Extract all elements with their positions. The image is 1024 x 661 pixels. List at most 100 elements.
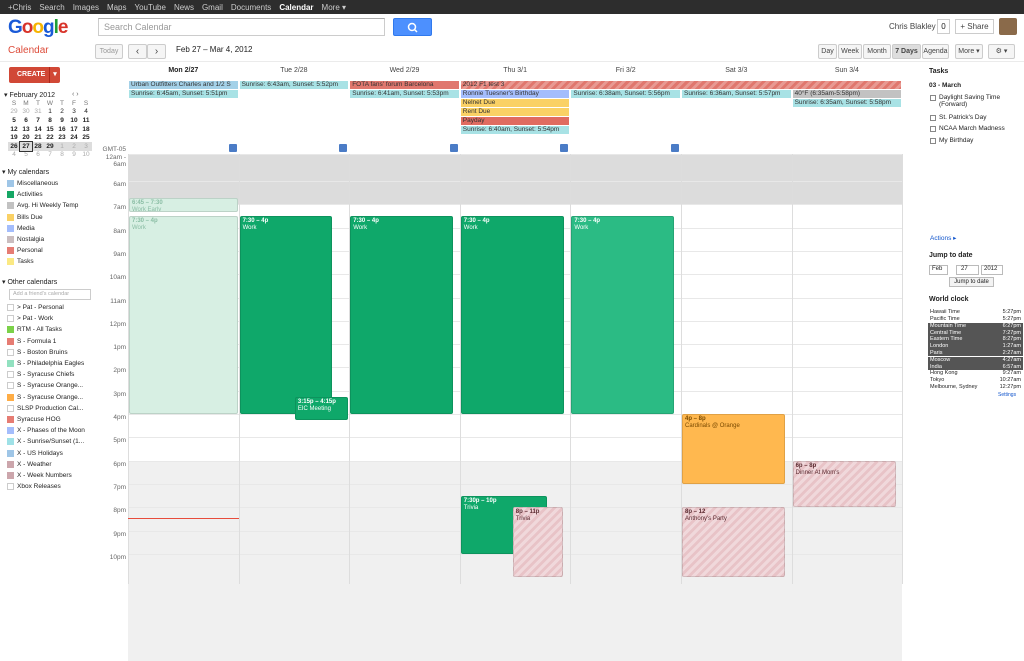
task-checkbox[interactable]	[930, 114, 936, 121]
calendar-event[interactable]: 8p – 11p Trivia	[512, 507, 563, 577]
avatar[interactable]	[999, 18, 1017, 35]
search-button[interactable]	[393, 18, 432, 36]
mini-day[interactable]: 23	[56, 133, 68, 142]
calendar-item[interactable]: S - Philadelphia Eagles	[7, 358, 95, 369]
day-header[interactable]: Sat 3/3	[681, 67, 792, 74]
calendar-item[interactable]: Nostalgia	[7, 234, 95, 245]
mini-day[interactable]: 22	[44, 133, 56, 142]
mini-day[interactable]: 17	[68, 125, 80, 134]
calendar-item[interactable]: Bills Due	[7, 212, 95, 223]
calendar-event[interactable]: 6p – 8p Dinner At Mom's	[792, 460, 896, 508]
view-agenda-button[interactable]: Agenda	[922, 44, 949, 59]
day-header[interactable]: Thu 3/1	[460, 67, 571, 74]
day-header[interactable]: Mon 2/27	[128, 67, 239, 74]
calendar-item[interactable]: Activities	[7, 189, 95, 200]
jump-month-select[interactable]: Feb	[929, 265, 948, 275]
task-item[interactable]: St. Patrick's Day	[930, 114, 1018, 121]
day-header[interactable]: Fri 3/2	[570, 67, 681, 74]
mini-day[interactable]: 4	[80, 108, 92, 117]
day-header[interactable]: Wed 2/29	[349, 67, 460, 74]
add-friend-input[interactable]: Add a friend's calendar	[9, 289, 91, 300]
calendar-item[interactable]: Personal	[7, 245, 95, 256]
task-checkbox[interactable]	[930, 126, 936, 132]
calendar-item[interactable]: SLSP Production Cal...	[7, 403, 95, 414]
mini-day[interactable]: 26	[8, 141, 20, 151]
mini-day[interactable]: 5	[20, 151, 32, 160]
calendar-item[interactable]: S - Syracuse Orange...	[7, 392, 95, 403]
search-input[interactable]: Search Calendar	[98, 18, 385, 36]
mini-day[interactable]: 30	[20, 108, 32, 117]
all-day-event[interactable]: Sunrise: 6:43am, Sunset: 5:52pm	[239, 81, 349, 89]
mini-day[interactable]: 15	[44, 125, 56, 134]
jump-year-select[interactable]: 2012	[981, 265, 1003, 275]
mini-day[interactable]: 2	[68, 141, 80, 151]
mini-day[interactable]: 11	[80, 116, 92, 125]
all-day-event[interactable]: Nelnet Due	[460, 99, 570, 107]
google-logo[interactable]: Google	[8, 17, 68, 39]
task-checkbox[interactable]	[930, 137, 936, 144]
topbar-link-8[interactable]: Calendar	[279, 3, 313, 12]
mini-day[interactable]: 25	[80, 133, 92, 142]
calendar-item[interactable]: RTM - All Tasks	[7, 324, 95, 335]
task-item[interactable]: Daylight Saving Time (Forward)	[930, 94, 1018, 108]
all-day-event[interactable]: Sunrise: 6:40am, Sunset: 5:54pm	[460, 126, 570, 134]
more-button[interactable]: More ▾	[955, 44, 983, 59]
mini-day[interactable]: 13	[20, 125, 32, 134]
mini-day[interactable]: 1	[44, 108, 56, 117]
mini-day[interactable]: 12	[8, 125, 20, 134]
all-day-event[interactable]: Sunrise: 6:41am, Sunset: 5:53pm	[350, 90, 459, 98]
topbar-link-6[interactable]: Gmail	[202, 3, 223, 12]
mini-day[interactable]: 7	[32, 116, 44, 125]
mini-day[interactable]: 31	[32, 108, 44, 117]
calendar-item[interactable]: > Pat - Work	[7, 313, 95, 324]
calendar-item[interactable]: > Pat - Personal	[7, 302, 95, 313]
mini-day[interactable]: 29	[44, 141, 56, 151]
mini-day[interactable]: 6	[20, 116, 32, 125]
topbar-link-2[interactable]: Images	[73, 3, 99, 12]
mini-day[interactable]: 9	[68, 151, 80, 160]
calendar-event[interactable]: 7:30 – 4p Work	[350, 215, 454, 414]
calendar-item[interactable]: X - Weather	[7, 459, 95, 470]
today-button[interactable]: Today	[95, 44, 123, 59]
notification-count[interactable]: 0	[937, 19, 950, 34]
user-name[interactable]: Chris Blakley	[889, 22, 936, 31]
create-dropdown[interactable]: ▾	[49, 67, 60, 83]
calendar-item[interactable]: Avg. Hi Weekly Temp	[7, 200, 95, 211]
all-day-event[interactable]: Urban Outfitters Charles and 1/2 S	[129, 81, 238, 89]
calendar-item[interactable]: Miscellaneous	[7, 178, 95, 189]
calendar-item[interactable]: X - Phases of the Moon	[7, 425, 95, 436]
calendar-item[interactable]: Xbox Releases	[7, 481, 95, 492]
topbar-link-0[interactable]: +Chris	[8, 3, 31, 12]
share-button[interactable]: + Share	[955, 19, 994, 34]
calendar-item[interactable]: S - Syracuse Orange...	[7, 380, 95, 391]
mini-day[interactable]: 3	[80, 141, 92, 151]
calendar-event[interactable]: 7:30 – 4p Work	[239, 215, 332, 414]
calendar-item[interactable]: Syracuse HOG	[7, 414, 95, 425]
calendar-item[interactable]: S - Boston Bruins	[7, 347, 95, 358]
mini-day[interactable]: 6	[32, 151, 44, 160]
calendar-event[interactable]: 3:15p – 4:15p EIC Meeting	[294, 396, 349, 420]
mini-day[interactable]: 28	[32, 141, 44, 151]
calendar-item[interactable]: S - Syracuse Chiefs	[7, 369, 95, 380]
my-calendars-title[interactable]: ▾ My calendars	[2, 168, 49, 176]
other-calendars-title[interactable]: ▾ Other calendars	[2, 278, 57, 286]
mini-day[interactable]: 4	[8, 151, 20, 160]
mini-day[interactable]: 19	[8, 133, 20, 142]
calendar-item[interactable]: X - Week Numbers	[7, 470, 95, 481]
mini-day[interactable]: 18	[80, 125, 92, 134]
calendar-event[interactable]: 6:45 – 7:30 Work Early	[129, 198, 238, 212]
mini-day[interactable]: 14	[32, 125, 44, 134]
calendar-item[interactable]: S - Formula 1	[7, 336, 95, 347]
calendar-event[interactable]: 7:30 – 4p Work	[129, 215, 238, 414]
day-header[interactable]: Sun 3/4	[792, 67, 903, 74]
all-day-event[interactable]: Ronnie Tuesner's Birthday	[460, 90, 570, 98]
calendar-item[interactable]: Tasks	[7, 256, 95, 267]
calendar-item[interactable]: X - Sunrise/Sunset (1...	[7, 436, 95, 447]
mini-day[interactable]: 7	[44, 151, 56, 160]
topbar-link-4[interactable]: YouTube	[135, 3, 166, 12]
topbar-link-3[interactable]: Maps	[107, 3, 127, 12]
calendar-event[interactable]: 7:30 – 4p Work	[460, 215, 564, 414]
calendar-event[interactable]: 7:30 – 4p Work	[571, 215, 675, 414]
settings-link[interactable]: Settings	[998, 392, 1016, 398]
mini-day[interactable]: 21	[32, 133, 44, 142]
